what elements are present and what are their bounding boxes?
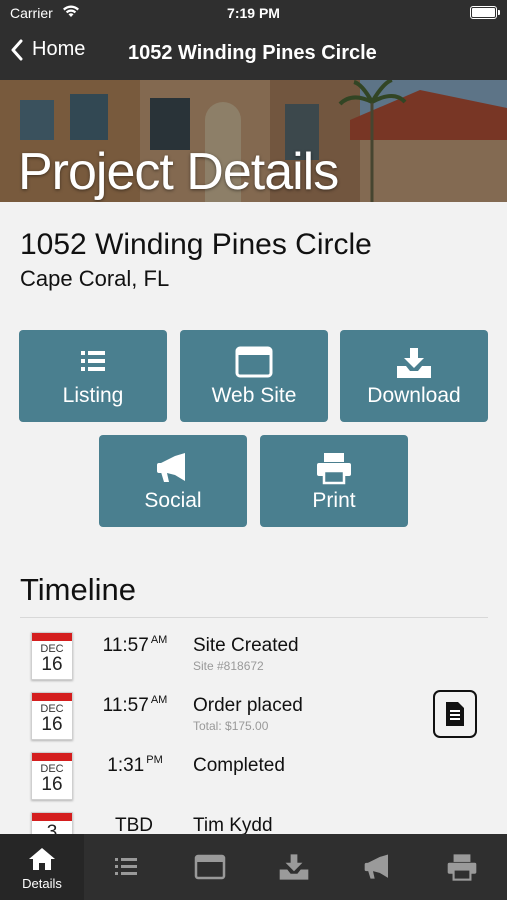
clock: 7:19 PM [227,5,280,21]
timeline-subtitle: Site #818672 [193,659,264,673]
tab-listing[interactable] [84,834,168,900]
tab-details[interactable]: Details [0,834,84,900]
listing-button-label: Listing [62,384,124,407]
timeline-title: Completed [193,755,285,776]
navigation-bar: Home 1052 Winding Pines Circle [0,26,507,80]
timeline-heading: Timeline [20,572,136,607]
web-site-button-label: Web Site [211,384,297,407]
printer-icon [420,852,504,882]
tab-web-site[interactable] [168,834,252,900]
battery-icon [470,6,500,19]
tab-details-label: Details [22,876,62,891]
browser-window-icon [180,346,328,380]
browser-window-icon [168,854,252,880]
hero-title: Project Details [18,143,339,201]
chevron-left-icon [11,39,23,60]
list-icon [19,346,167,380]
tab-social[interactable] [336,834,420,900]
timeline-item: DEC 16 11:57 AM Site Created Site #818672 [0,632,507,688]
calendar-icon: DEC 16 [31,632,73,680]
megaphone-icon [99,451,247,485]
order-document-button[interactable] [433,690,477,738]
listing-button[interactable]: Listing [19,330,167,422]
document-icon [446,702,464,726]
megaphone-icon [336,852,420,882]
timeline-title: Site Created [193,635,299,656]
tab-download[interactable] [252,834,336,900]
calendar-icon: DEC 16 [31,752,73,800]
list-icon [84,856,168,878]
back-button[interactable]: Home [10,38,85,61]
timeline-item: DEC 16 1:31 PM Completed [0,752,507,808]
print-button-label: Print [312,489,356,512]
timeline-title: Order placed [193,695,303,716]
property-city: Cape Coral, FL [20,266,170,291]
home-icon [0,847,84,871]
social-button-label: Social [144,489,202,512]
back-button-label: Home [32,38,86,60]
calendar-day: 16 [41,774,63,795]
print-button[interactable]: Print [260,435,408,527]
nav-title: 1052 Winding Pines Circle [128,42,377,64]
status-bar: Carrier 7:19 PM [0,0,507,26]
timeline-item: DEC 16 11:57 AM Order placed Total: $175.… [0,690,507,748]
property-address: 1052 Winding Pines Circle [20,228,372,261]
tab-bar: Details [0,834,507,900]
timeline-divider [20,617,488,618]
timeline-time: 1:31 PM [107,754,163,776]
calendar-day: 16 [41,714,63,735]
timeline-time: 11:57 AM [102,634,168,656]
calendar-day: 16 [41,654,63,675]
printer-icon [260,451,408,485]
calendar-icon: DEC 16 [31,692,73,740]
hero-banner: Project Details [0,80,507,202]
download-button[interactable]: Download [340,330,488,422]
download-tray-icon [252,852,336,882]
web-site-button[interactable]: Web Site [180,330,328,422]
timeline-subtitle: Total: $175.00 [193,719,269,733]
timeline-time: 11:57 AM [102,694,168,716]
tab-print[interactable] [420,834,504,900]
social-button[interactable]: Social [99,435,247,527]
download-button-label: Download [367,384,461,407]
download-tray-icon [340,346,488,380]
